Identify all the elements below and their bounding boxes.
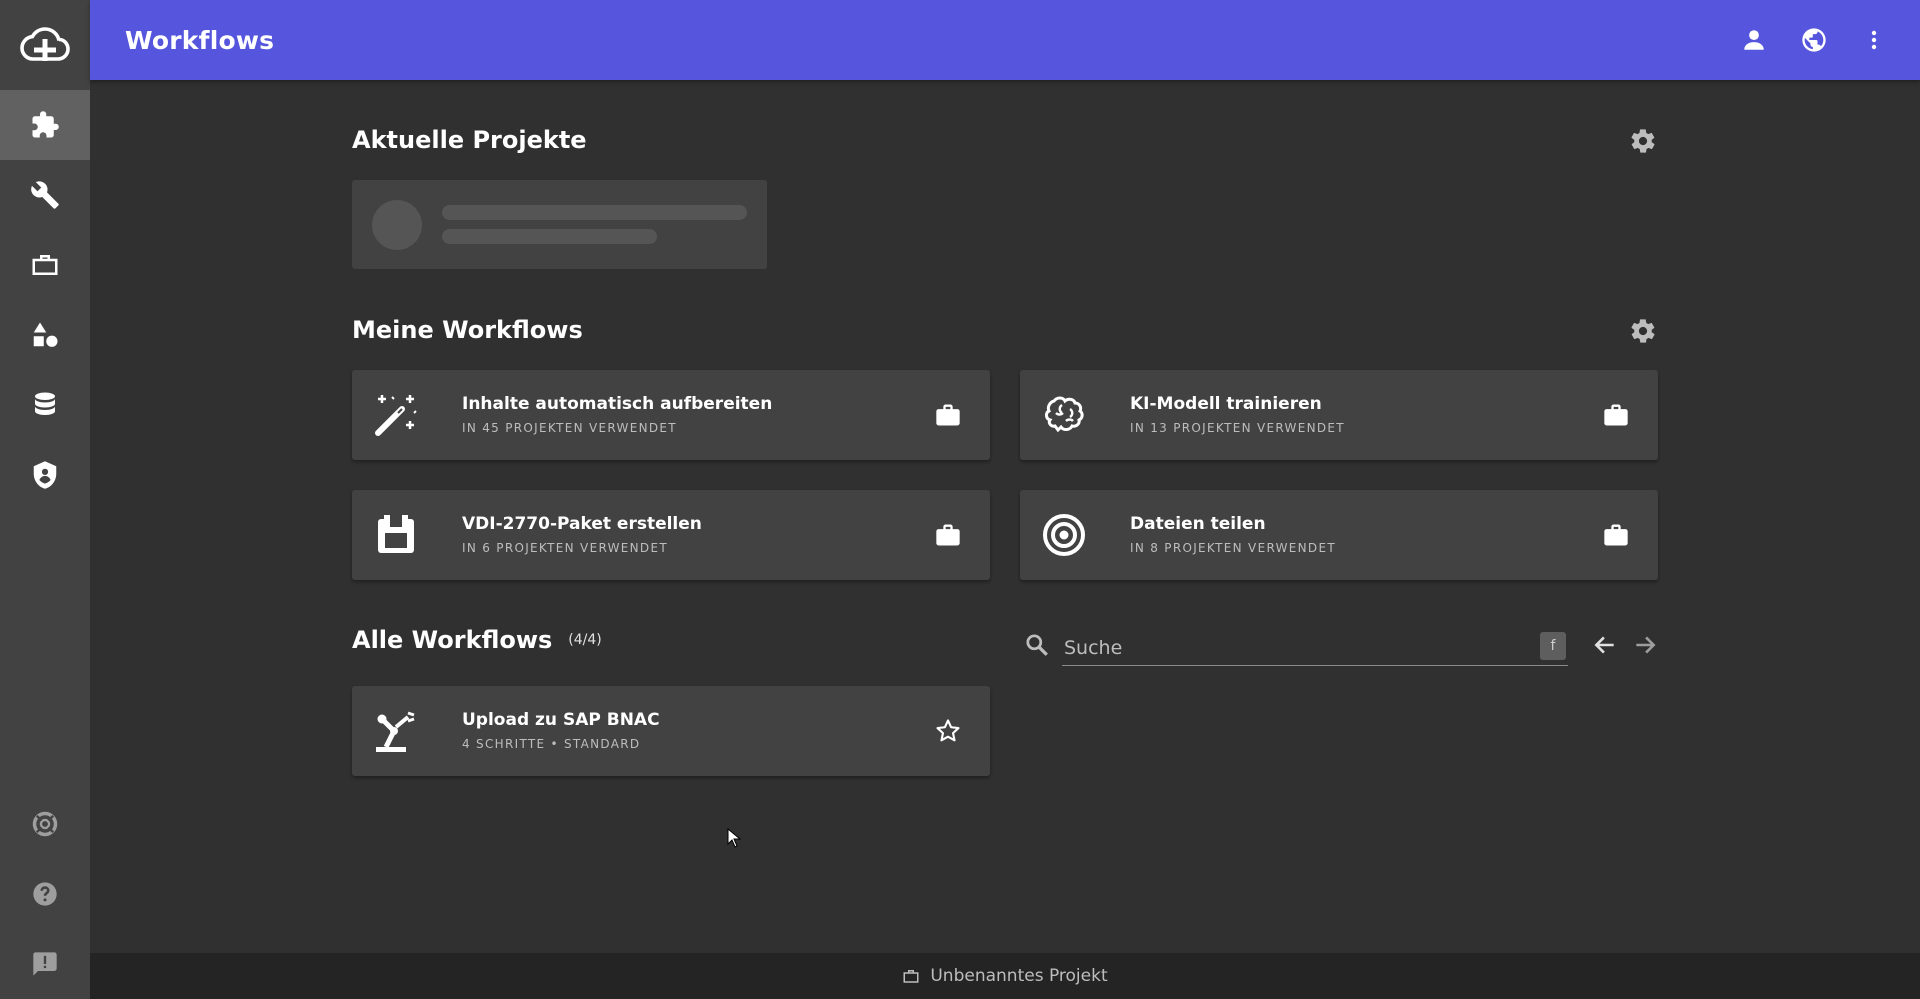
account-button[interactable] <box>1736 22 1772 58</box>
arrow-right-icon <box>1636 636 1656 654</box>
briefcase-icon <box>936 524 960 546</box>
globe-icon <box>1802 28 1826 52</box>
search-shortcut-hint: f <box>1540 632 1566 660</box>
app-logo[interactable] <box>0 0 90 90</box>
skeleton-line <box>442 205 747 220</box>
project-status-bar[interactable]: Unbenanntes Projekt <box>90 953 1920 999</box>
all-workflows-header: Alle Workflows (4/4) <box>352 620 992 660</box>
workflow-title: Dateien teilen <box>1130 514 1266 534</box>
all-workflows-count: (4/4) <box>568 632 602 648</box>
more-menu-button[interactable] <box>1856 22 1892 58</box>
workflow-title: Upload zu SAP BNAC <box>462 710 660 730</box>
shapes-icon <box>33 322 58 347</box>
workflow-card[interactable]: VDI-2770-Paket erstellen IN 6 PROJEKTEN … <box>352 490 990 580</box>
previous-page-button[interactable] <box>1592 632 1618 662</box>
lifebuoy-icon <box>32 811 58 837</box>
all-workflows-title: Alle Workflows <box>352 626 553 654</box>
workflow-usage: IN 6 PROJEKTEN VERWENDET <box>462 541 668 555</box>
magic-wand-icon <box>372 391 420 439</box>
favorite-button[interactable] <box>930 713 966 749</box>
sidebar-item-data[interactable] <box>0 370 90 440</box>
briefcase-icon <box>1604 404 1628 426</box>
my-workflows-title: Meine Workflows <box>352 316 583 344</box>
search-input[interactable] <box>1062 630 1568 666</box>
recent-settings-button[interactable] <box>1628 126 1658 156</box>
current-project-name: Unbenanntes Projekt <box>930 966 1108 986</box>
workflow-title: Inhalte automatisch aufbereiten <box>462 394 773 414</box>
sidebar-item-projects[interactable] <box>0 230 90 300</box>
person-icon <box>1744 30 1764 50</box>
target-icon <box>1040 511 1088 559</box>
workflow-title: VDI-2770-Paket erstellen <box>462 514 702 534</box>
workflow-card[interactable]: Inhalte automatisch aufbereiten IN 45 PR… <box>352 370 990 460</box>
workflow-title: KI-Modell trainieren <box>1130 394 1322 414</box>
arrow-left-icon <box>1594 636 1614 654</box>
sidebar-item-support[interactable] <box>0 789 90 859</box>
recent-projects-placeholder <box>352 180 767 269</box>
sidebar-item-help[interactable] <box>0 859 90 929</box>
open-in-project-button[interactable] <box>930 397 966 433</box>
gear-icon <box>1631 129 1655 153</box>
next-page-button[interactable] <box>1632 632 1658 662</box>
skeleton-line <box>442 229 657 244</box>
briefcase-icon <box>1604 524 1628 546</box>
page-title: Workflows <box>125 25 275 55</box>
my-workflows-header: Meine Workflows <box>352 310 1658 350</box>
skeleton-avatar <box>372 200 422 250</box>
database-icon <box>35 392 55 415</box>
search-icon <box>1024 632 1050 662</box>
main-content: Aktuelle Projekte Meine Workflows Inhalt… <box>90 80 1920 953</box>
gear-icon <box>1631 319 1655 343</box>
sidebar-bottom <box>0 789 90 999</box>
workflow-card[interactable]: KI-Modell trainieren IN 13 PROJEKTEN VER… <box>1020 370 1658 460</box>
brain-icon <box>1040 391 1088 439</box>
open-in-project-button[interactable] <box>930 517 966 553</box>
puzzle-icon <box>32 111 59 138</box>
workflow-card[interactable]: Dateien teilen IN 8 PROJEKTEN VERWENDET <box>1020 490 1658 580</box>
briefcase-icon <box>32 255 58 275</box>
shield-icon <box>33 461 57 489</box>
robot-arm-icon <box>372 707 420 755</box>
sidebar-item-security[interactable] <box>0 440 90 510</box>
package-icon <box>372 511 420 559</box>
workflow-usage: IN 13 PROJEKTEN VERWENDET <box>1130 421 1345 435</box>
feedback-icon <box>33 952 57 976</box>
help-icon <box>33 882 57 906</box>
open-in-project-button[interactable] <box>1598 517 1634 553</box>
workflow-meta: 4 SCHRITTE • STANDARD <box>462 737 641 751</box>
sidebar <box>0 0 90 999</box>
my-workflows-settings-button[interactable] <box>1628 316 1658 346</box>
workflow-card[interactable]: Upload zu SAP BNAC 4 SCHRITTE • STANDARD <box>352 686 990 776</box>
workflow-usage: IN 45 PROJEKTEN VERWENDET <box>462 421 677 435</box>
sidebar-item-workflows[interactable] <box>0 90 90 160</box>
star-outline-icon <box>936 719 960 742</box>
sidebar-item-components[interactable] <box>0 300 90 370</box>
language-button[interactable] <box>1796 22 1832 58</box>
mouse-cursor-icon <box>727 828 741 848</box>
open-in-project-button[interactable] <box>1598 397 1634 433</box>
topbar: Workflows <box>90 0 1920 80</box>
topbar-actions <box>1736 22 1892 58</box>
wrench-icon <box>31 181 59 209</box>
workflow-usage: IN 8 PROJEKTEN VERWENDET <box>1130 541 1336 555</box>
briefcase-icon <box>936 404 960 426</box>
recent-projects-header: Aktuelle Projekte <box>352 120 1658 160</box>
recent-projects-title: Aktuelle Projekte <box>352 126 587 154</box>
sidebar-item-feedback[interactable] <box>0 929 90 999</box>
briefcase-outline-icon <box>903 970 919 983</box>
cloud-add-icon <box>20 27 70 61</box>
workflow-search: f <box>1022 620 1660 670</box>
sidebar-item-tools[interactable] <box>0 160 90 230</box>
more-vertical-icon <box>1871 30 1877 50</box>
